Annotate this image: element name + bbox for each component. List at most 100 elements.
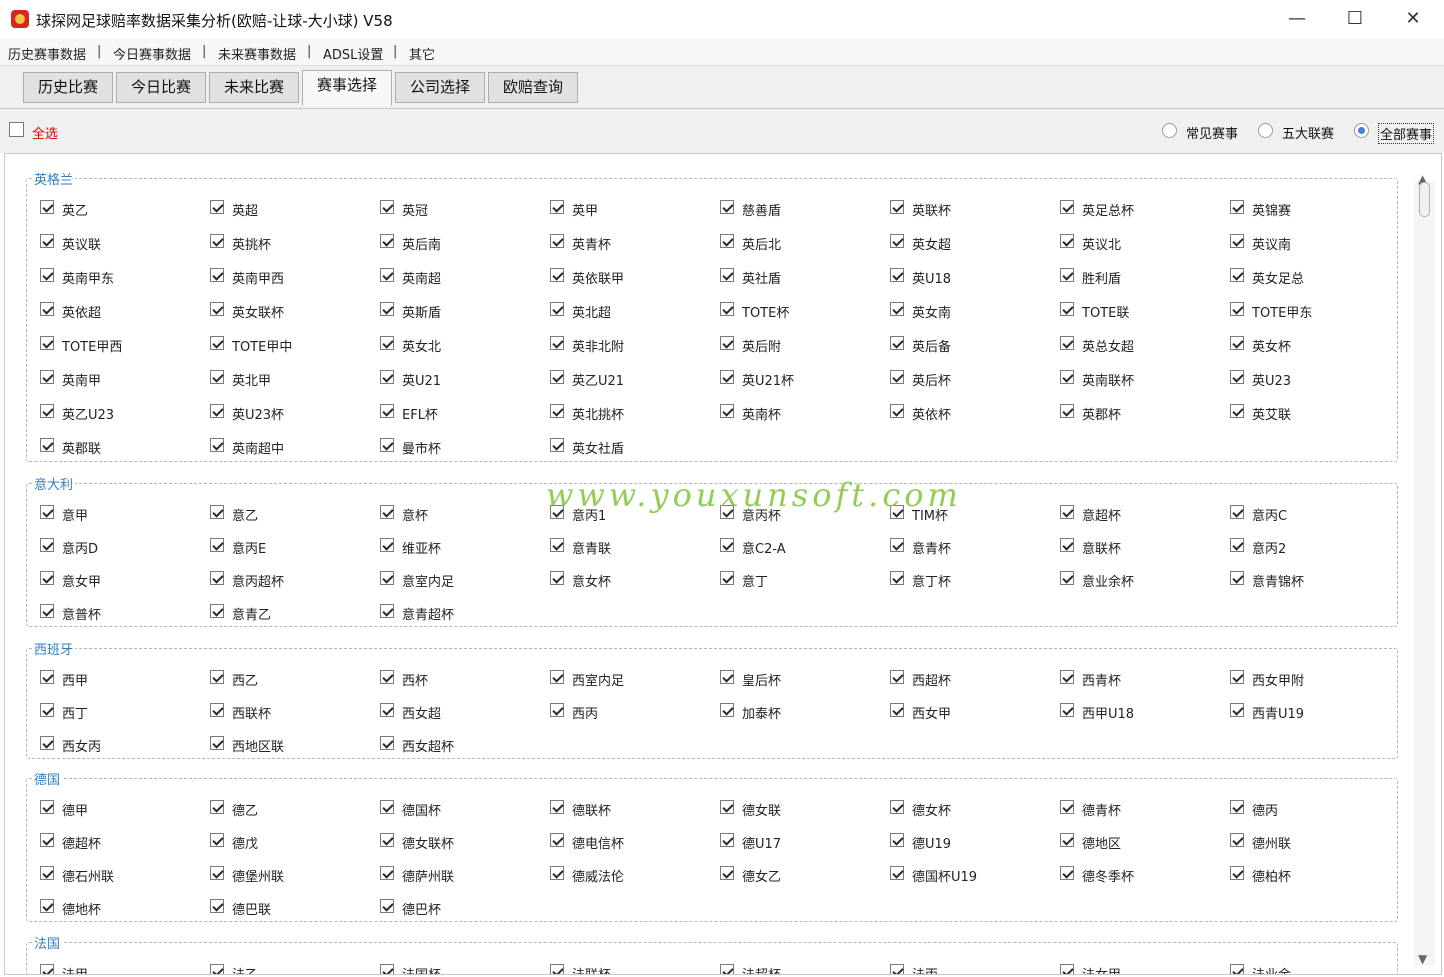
menu-item-4[interactable]: ADSL设置	[323, 44, 383, 63]
league-checkbox[interactable]: 德U17	[707, 831, 877, 852]
checkbox-checked-icon[interactable]	[210, 505, 224, 519]
checkbox-checked-icon[interactable]	[720, 268, 734, 282]
checkbox-checked-icon[interactable]	[40, 866, 54, 880]
checkbox-checked-icon[interactable]	[890, 571, 904, 585]
league-checkbox[interactable]: 德威法伦	[537, 864, 707, 885]
league-checkbox[interactable]: 德巴杯	[367, 897, 537, 918]
checkbox-checked-icon[interactable]	[1060, 866, 1074, 880]
checkbox-checked-icon[interactable]	[720, 866, 734, 880]
league-checkbox[interactable]: 意丁杯	[877, 569, 1047, 590]
league-checkbox[interactable]: 德国杯	[367, 798, 537, 819]
checkbox-checked-icon[interactable]	[40, 538, 54, 552]
league-checkbox[interactable]: 德甲	[27, 798, 197, 819]
league-checkbox[interactable]: 西甲	[27, 668, 197, 689]
league-checkbox[interactable]: 德地区	[1047, 831, 1217, 852]
filter-label-3[interactable]: 全部赛事	[1378, 123, 1435, 144]
league-checkbox[interactable]: 法丙	[877, 962, 1047, 974]
checkbox-checked-icon[interactable]	[210, 604, 224, 618]
checkbox-checked-icon[interactable]	[380, 866, 394, 880]
checkbox-checked-icon[interactable]	[890, 833, 904, 847]
checkbox-checked-icon[interactable]	[1230, 505, 1244, 519]
league-checkbox[interactable]: 意女杯	[537, 569, 707, 590]
checkbox-checked-icon[interactable]	[210, 800, 224, 814]
checkbox-checked-icon[interactable]	[40, 800, 54, 814]
checkbox-checked-icon[interactable]	[720, 571, 734, 585]
league-checkbox[interactable]: 英足总杯	[1047, 198, 1217, 219]
league-checkbox[interactable]: 英郡联	[27, 436, 197, 457]
league-checkbox[interactable]: 西甲U18	[1047, 701, 1217, 722]
league-checkbox[interactable]: 英女北	[367, 334, 537, 355]
checkbox-checked-icon[interactable]	[1060, 538, 1074, 552]
checkbox-checked-icon[interactable]	[40, 302, 54, 316]
checkbox-checked-icon[interactable]	[1230, 370, 1244, 384]
checkbox-checked-icon[interactable]	[380, 833, 394, 847]
league-checkbox[interactable]: 英南甲西	[197, 266, 367, 287]
league-checkbox[interactable]: 法甲	[27, 962, 197, 974]
league-checkbox[interactable]: 德U19	[877, 831, 1047, 852]
vertical-scrollbar[interactable]: ▲ ▼	[1414, 172, 1435, 966]
tab-3[interactable]: 未来比赛	[209, 72, 299, 103]
checkbox-checked-icon[interactable]	[380, 571, 394, 585]
league-checkbox[interactable]: 英南杯	[707, 402, 877, 423]
league-checkbox[interactable]: 西地区联	[197, 734, 367, 755]
league-checkbox[interactable]: 意丙D	[27, 536, 197, 557]
league-checkbox[interactable]: 英北超	[537, 300, 707, 321]
checkbox-checked-icon[interactable]	[1230, 670, 1244, 684]
league-checkbox[interactable]: 英U21	[367, 368, 537, 389]
checkbox-checked-icon[interactable]	[210, 234, 224, 248]
maximize-button[interactable]: ☐	[1326, 0, 1384, 38]
league-checkbox[interactable]: 英女杯	[1217, 334, 1387, 355]
league-checkbox[interactable]: 意丁	[707, 569, 877, 590]
league-checkbox[interactable]: 英社盾	[707, 266, 877, 287]
league-checkbox[interactable]: 意C2-A	[707, 536, 877, 557]
league-checkbox[interactable]: 德女乙	[707, 864, 877, 885]
checkbox-checked-icon[interactable]	[1060, 505, 1074, 519]
league-checkbox[interactable]: 英青杯	[537, 232, 707, 253]
checkbox-checked-icon[interactable]	[380, 736, 394, 750]
checkbox-checked-icon[interactable]	[550, 268, 564, 282]
checkbox-checked-icon[interactable]	[1060, 404, 1074, 418]
checkbox-checked-icon[interactable]	[380, 505, 394, 519]
league-checkbox[interactable]: 德乙	[197, 798, 367, 819]
league-checkbox[interactable]: 英锦赛	[1217, 198, 1387, 219]
checkbox-checked-icon[interactable]	[720, 302, 734, 316]
checkbox-checked-icon[interactable]	[550, 670, 564, 684]
league-checkbox[interactable]: 维亚杯	[367, 536, 537, 557]
checkbox-checked-icon[interactable]	[720, 833, 734, 847]
minimize-button[interactable]: —	[1268, 0, 1326, 38]
league-checkbox[interactable]: 西联杯	[197, 701, 367, 722]
league-checkbox[interactable]: 英斯盾	[367, 300, 537, 321]
league-checkbox[interactable]: 法业余	[1217, 962, 1387, 974]
league-checkbox[interactable]: EFL杯	[367, 402, 537, 423]
checkbox-checked-icon[interactable]	[1230, 404, 1244, 418]
close-button[interactable]: ✕	[1384, 0, 1442, 38]
league-checkbox[interactable]: 英议北	[1047, 232, 1217, 253]
league-checkbox[interactable]: 意业余杯	[1047, 569, 1217, 590]
league-checkbox[interactable]: 英乙U23	[27, 402, 197, 423]
league-checkbox[interactable]: TOTE甲中	[197, 334, 367, 355]
checkbox-checked-icon[interactable]	[550, 370, 564, 384]
checkbox-checked-icon[interactable]	[1230, 833, 1244, 847]
checkbox-checked-icon[interactable]	[720, 703, 734, 717]
scroll-down-icon[interactable]: ▼	[1418, 952, 1427, 966]
checkbox-checked-icon[interactable]	[210, 964, 224, 974]
checkbox-checked-icon[interactable]	[210, 200, 224, 214]
league-checkbox[interactable]: 英U21杯	[707, 368, 877, 389]
checkbox-checked-icon[interactable]	[380, 438, 394, 452]
checkbox-checked-icon[interactable]	[40, 404, 54, 418]
checkbox-checked-icon[interactable]	[890, 234, 904, 248]
checkbox-checked-icon[interactable]	[380, 899, 394, 913]
checkbox-checked-icon[interactable]	[1060, 302, 1074, 316]
checkbox-checked-icon[interactable]	[380, 234, 394, 248]
league-checkbox[interactable]: 西青杯	[1047, 668, 1217, 689]
checkbox-checked-icon[interactable]	[550, 404, 564, 418]
checkbox-checked-icon[interactable]	[890, 800, 904, 814]
league-checkbox[interactable]: 德堡州联	[197, 864, 367, 885]
league-checkbox[interactable]: 德柏杯	[1217, 864, 1387, 885]
league-checkbox[interactable]: 英女足总	[1217, 266, 1387, 287]
league-checkbox[interactable]: 德丙	[1217, 798, 1387, 819]
checkbox-checked-icon[interactable]	[40, 604, 54, 618]
checkbox-checked-icon[interactable]	[380, 800, 394, 814]
league-checkbox[interactable]: 英超	[197, 198, 367, 219]
league-checkbox[interactable]: 德冬季杯	[1047, 864, 1217, 885]
